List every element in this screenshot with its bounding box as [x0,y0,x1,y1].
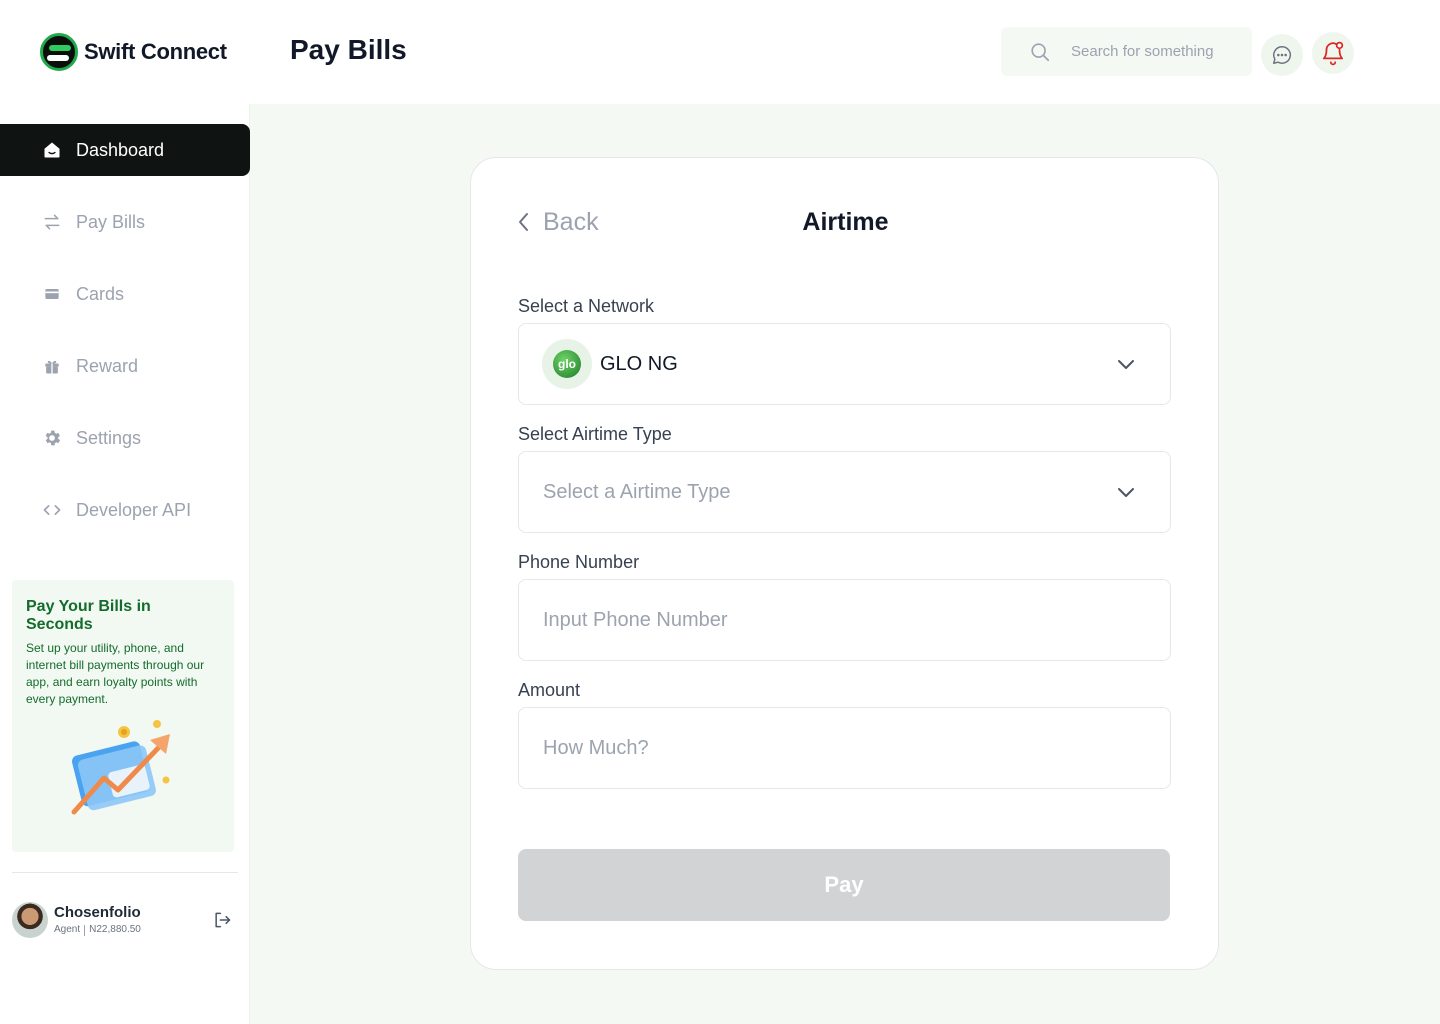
promo-title: Pay Your Bills in Seconds [26,598,151,633]
gift-icon [42,356,62,376]
sidebar-item-label: Dashboard [76,139,165,160]
amount-label: Amount [518,680,581,700]
search-icon [1031,42,1050,61]
network-select[interactable]: glo GLO NG [518,323,1171,405]
profile-role: Agent [54,924,81,935]
glo-badge-text: glo [553,350,581,378]
sidebar-item-pay-bills[interactable]: Pay Bills [0,196,250,248]
sidebar-item-label: Settings [76,427,142,448]
sidebar-item-label: Reward [76,355,139,376]
meta-separator [84,925,86,936]
sidebar-item-label: Pay Bills [76,211,146,232]
messages-button[interactable] [1261,34,1303,76]
code-icon [42,500,62,520]
sidebar-item-developer-api[interactable]: Developer API [0,484,250,536]
glo-logo-icon: glo [542,339,592,389]
phone-number-input[interactable] [543,608,1103,632]
brand-logo[interactable]: Swift Connect [40,33,227,71]
top-header: Swift Connect Pay Bills [0,0,1440,104]
chevron-down-icon [1118,488,1134,497]
main-content: Back Airtime Select a Network glo GLO NG… [250,104,1440,1024]
gear-icon [42,428,62,448]
form-title: Airtime [802,208,889,236]
notifications-button[interactable] [1312,32,1354,74]
user-profile: Chosenfolio Agent N22,880.50 [12,902,238,942]
pay-button[interactable]: Pay [518,849,1170,921]
sidebar-item-reward[interactable]: Reward [0,340,250,392]
sidebar-item-dashboard[interactable]: Dashboard [0,124,250,176]
profile-name: Chosenfolio [54,904,141,921]
sidebar-divider [12,872,238,873]
airtime-type-placeholder: Select a Airtime Type [543,480,731,503]
amount-input[interactable] [543,736,1103,760]
home-icon [42,140,62,160]
page-title: Pay Bills [290,34,407,65]
amount-field-wrapper [518,707,1171,789]
phone-label: Phone Number [518,552,640,572]
sidebar: Dashboard Pay Bills Cards Reward Setting… [0,104,250,1024]
network-label: Select a Network [518,296,655,316]
sidebar-item-cards[interactable]: Cards [0,268,250,320]
logout-icon[interactable] [212,910,232,930]
transfer-icon [42,212,62,232]
phone-field-wrapper [518,579,1171,661]
swift-connect-logo-icon [40,33,78,71]
profile-balance: N22,880.50 [89,924,141,935]
airtime-type-label: Select Airtime Type [518,424,672,444]
sidebar-item-label: Cards [76,283,125,304]
wallet-growth-illustration-icon [71,720,170,815]
chat-icon [1273,46,1292,64]
airtime-form-card: Back Airtime Select a Network glo GLO NG… [470,157,1219,970]
sidebar-item-label: Developer API [76,499,192,520]
search-input[interactable] [1071,43,1241,60]
chevron-down-icon [1118,360,1134,369]
avatar[interactable] [12,902,48,938]
promo-text: Set up your utility, phone, and internet… [26,641,205,706]
card-icon [42,284,62,304]
search-bar[interactable] [1001,27,1252,76]
sidebar-item-settings[interactable]: Settings [0,412,250,464]
airtime-type-select[interactable]: Select a Airtime Type [518,451,1171,533]
network-value: GLO NG [600,352,678,375]
brand-name: Swift Connect [84,39,227,64]
promo-card: Pay Your Bills in Seconds Set up your ut… [12,580,234,852]
profile-meta: Agent N22,880.50 [54,924,141,936]
bell-icon [1322,41,1344,66]
